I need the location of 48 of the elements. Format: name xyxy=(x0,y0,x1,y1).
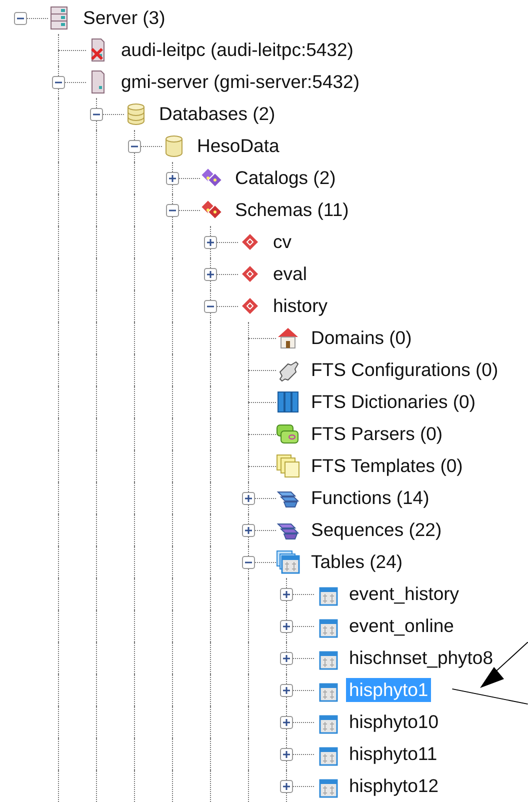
expand-toggle[interactable] xyxy=(128,140,141,153)
tree-item[interactable]: hisphyto12 xyxy=(346,774,442,798)
tree-item[interactable]: eval xyxy=(270,262,310,286)
tree-item[interactable]: Sequences (22) xyxy=(308,518,445,542)
tree-item[interactable]: Tables (24) xyxy=(308,550,406,574)
pages-icon xyxy=(276,454,300,478)
tree-item[interactable]: gmi-server (gmi-server:5432) xyxy=(118,70,362,94)
tree-item[interactable]: history xyxy=(270,294,330,318)
tree-item[interactable]: Functions (14) xyxy=(308,486,432,510)
books-icon xyxy=(276,390,300,414)
tables-stack-icon xyxy=(276,550,300,574)
expand-toggle[interactable] xyxy=(280,716,293,729)
expand-toggle[interactable] xyxy=(52,76,65,89)
tree-item[interactable]: Server (3) xyxy=(80,6,168,30)
expand-toggle[interactable] xyxy=(166,204,179,217)
tree-item[interactable]: FTS Configurations (0) xyxy=(308,358,502,382)
tree-item[interactable]: event_online xyxy=(346,614,457,638)
tree-item[interactable]: hisphyto10 xyxy=(346,710,442,734)
expand-toggle[interactable] xyxy=(242,524,255,537)
tree-item[interactable]: Domains (0) xyxy=(308,326,415,350)
tree-item[interactable]: FTS Parsers (0) xyxy=(308,422,446,446)
expand-toggle[interactable] xyxy=(14,12,27,25)
tree-item[interactable]: event_history xyxy=(346,582,462,606)
tree-item[interactable]: hisphyto11 xyxy=(346,742,440,766)
expand-toggle[interactable] xyxy=(204,236,217,249)
house-icon xyxy=(276,326,300,350)
cards-icon xyxy=(276,422,300,446)
tree-item[interactable]: FTS Templates (0) xyxy=(308,454,466,478)
expand-toggle[interactable] xyxy=(280,748,293,761)
expand-toggle[interactable] xyxy=(90,108,103,121)
tree-item[interactable]: Catalogs (2) xyxy=(232,166,339,190)
expand-toggle[interactable] xyxy=(280,588,293,601)
expand-toggle[interactable] xyxy=(280,620,293,633)
expand-toggle[interactable] xyxy=(204,268,217,281)
expand-toggle[interactable] xyxy=(280,652,293,665)
expand-toggle[interactable] xyxy=(242,492,255,505)
tree-item[interactable]: cv xyxy=(270,230,294,254)
tree-item[interactable]: hischnset_phyto8 xyxy=(346,646,496,670)
expand-toggle[interactable] xyxy=(166,172,179,185)
tree-item[interactable]: HesoData xyxy=(194,134,282,158)
tree-item[interactable]: Databases (2) xyxy=(156,102,278,126)
tree-item[interactable]: audi-leitpc (audi-leitpc:5432) xyxy=(118,38,356,62)
expand-toggle[interactable] xyxy=(204,300,217,313)
expand-toggle[interactable] xyxy=(280,780,293,793)
tree-item[interactable]: Schemas (11) xyxy=(232,198,352,222)
expand-toggle[interactable] xyxy=(242,556,255,569)
tree-item[interactable]: FTS Dictionaries (0) xyxy=(308,390,478,414)
expand-toggle[interactable] xyxy=(280,684,293,697)
